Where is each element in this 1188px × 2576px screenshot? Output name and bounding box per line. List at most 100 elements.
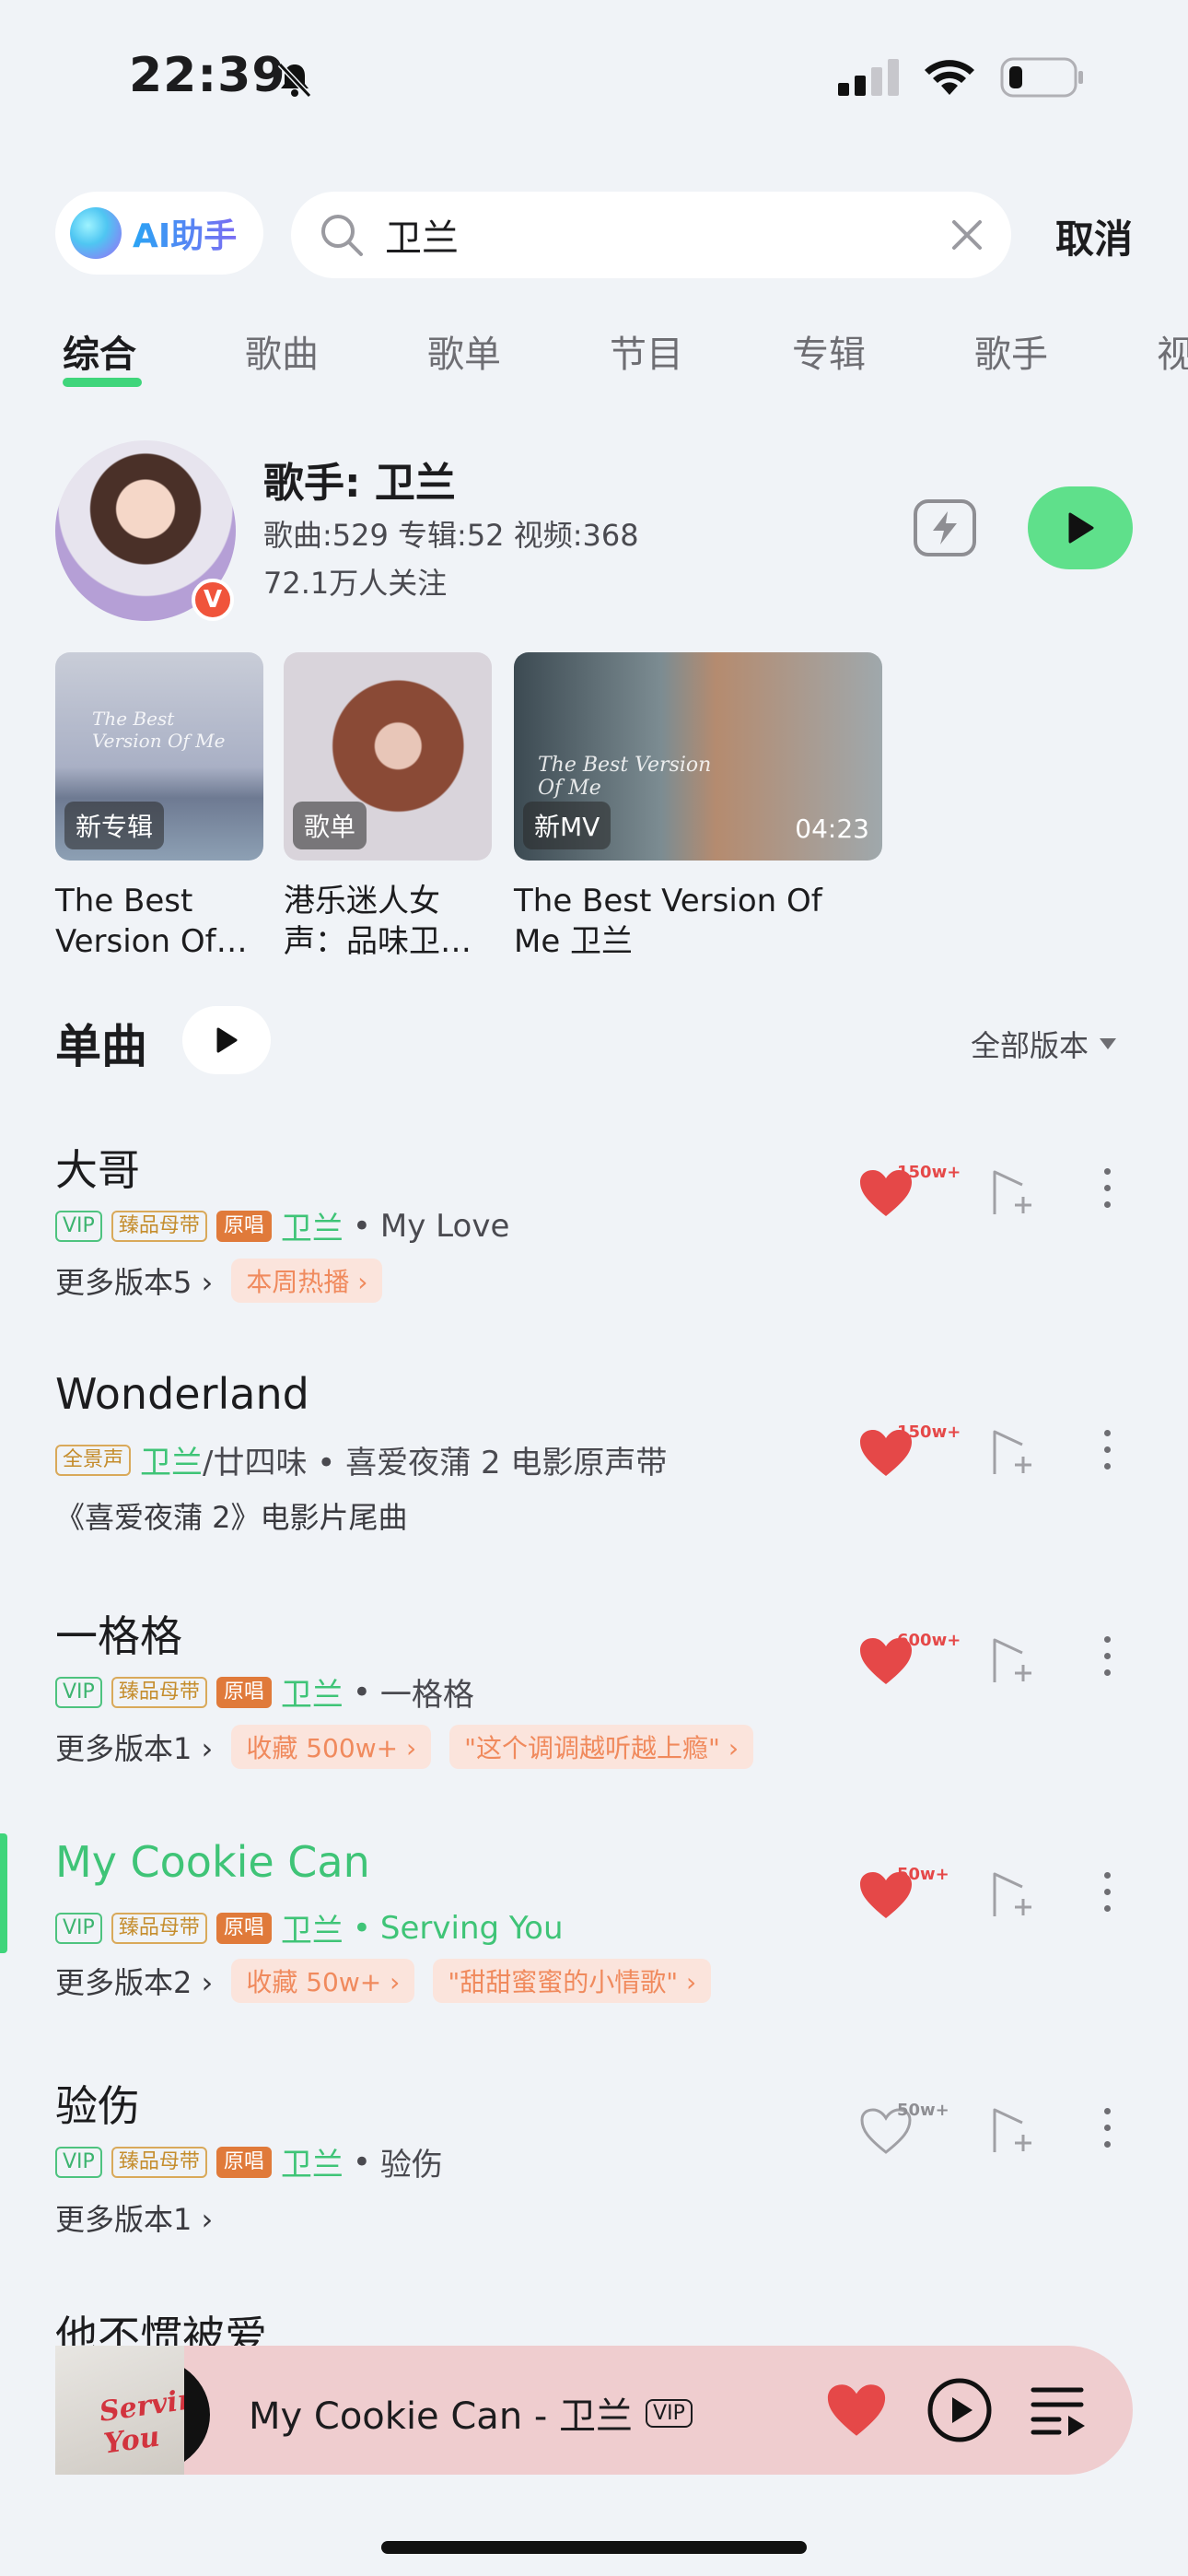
song-meta: VIP 臻品母带 原唱 卫兰 • Serving You bbox=[55, 1905, 564, 1950]
tab-artists[interactable]: 歌手 bbox=[974, 324, 1048, 378]
album-card[interactable]: The Best Version Of Me 新专辑 bbox=[55, 652, 263, 861]
player-like-button[interactable] bbox=[825, 2383, 888, 2441]
heart-filled-icon bbox=[827, 2384, 886, 2436]
comment-pill[interactable]: "这个调调越听越上瘾" › bbox=[449, 1725, 754, 1769]
card-title[interactable]: 港乐迷人女 声：品味卫… bbox=[284, 881, 472, 962]
vip-badge: VIP bbox=[55, 1210, 102, 1242]
more-options-button[interactable] bbox=[1101, 1430, 1112, 1469]
vip-badge: VIP bbox=[646, 2398, 693, 2428]
music-add-icon bbox=[993, 1170, 1031, 1214]
spatial-audio-badge: 全景声 bbox=[55, 1444, 132, 1476]
playlist-card[interactable]: 歌单 bbox=[284, 652, 492, 861]
song-album[interactable]: 一格格 bbox=[380, 1669, 474, 1715]
more-options-button[interactable] bbox=[1101, 2108, 1112, 2148]
player-play-button[interactable] bbox=[926, 2377, 993, 2447]
pill-label: 本周热播 bbox=[246, 1267, 350, 1297]
master-badge: 臻品母带 bbox=[111, 1210, 207, 1242]
song-artist[interactable]: 卫兰 bbox=[140, 1437, 203, 1482]
status-icons bbox=[838, 57, 1085, 98]
tab-playlists[interactable]: 歌单 bbox=[427, 324, 501, 378]
artist-play-button[interactable] bbox=[1028, 486, 1133, 569]
now-playing-cover[interactable]: Serving You bbox=[55, 2346, 184, 2475]
tab-videos[interactable]: 视 bbox=[1157, 324, 1188, 378]
song-title[interactable]: Wonderland bbox=[55, 1369, 309, 1419]
vip-badge: VIP bbox=[55, 1676, 102, 1708]
active-tab-indicator bbox=[63, 378, 142, 387]
more-options-button[interactable] bbox=[1101, 1168, 1112, 1208]
now-playing-title[interactable]: My Cookie Can - 卫兰 VIP bbox=[249, 2386, 693, 2440]
like-button[interactable]: 600w+ bbox=[858, 1631, 961, 1690]
like-button[interactable]: 150w+ bbox=[858, 1423, 961, 1481]
card-title[interactable]: The Best Version Of Me 卫兰 bbox=[514, 881, 822, 962]
vip-badge: VIP bbox=[55, 2146, 102, 2178]
favorites-pill[interactable]: 收藏 50w+ › bbox=[231, 1959, 415, 2003]
song-artist[interactable]: 卫兰 bbox=[281, 1905, 344, 1950]
cancel-button[interactable]: 取消 bbox=[1055, 208, 1133, 264]
tab-songs[interactable]: 歌曲 bbox=[245, 324, 319, 378]
song-extra: 更多版本2 › 收藏 50w+ › "甜甜蜜蜜的小情歌" › bbox=[55, 1959, 712, 2003]
song-artist[interactable]: 卫兰 bbox=[281, 1203, 344, 1248]
dot bbox=[1103, 2108, 1111, 2114]
verified-badge: V bbox=[192, 579, 234, 621]
song-title[interactable]: 大哥 bbox=[55, 1137, 140, 1198]
version-filter[interactable]: 全部版本 bbox=[971, 1023, 1118, 1065]
card-title-line: 港乐迷人女 bbox=[284, 883, 440, 919]
more-options-button[interactable] bbox=[1101, 1636, 1112, 1676]
more-versions-label: 更多版本1 bbox=[55, 2202, 192, 2237]
song-album[interactable]: 验伤 bbox=[380, 2139, 443, 2184]
tab-programs[interactable]: 节目 bbox=[610, 324, 683, 378]
play-all-button[interactable] bbox=[182, 1006, 271, 1074]
add-to-playlist-button[interactable] bbox=[987, 1870, 1035, 1924]
song-album[interactable]: Serving You bbox=[380, 1910, 564, 1947]
original-badge: 原唱 bbox=[215, 1210, 272, 1242]
pill-label: 收藏 50w+ bbox=[246, 1967, 382, 1997]
like-button[interactable]: 150w+ bbox=[858, 1163, 961, 1222]
add-to-playlist-button[interactable] bbox=[987, 1168, 1035, 1222]
card-title[interactable]: The Best Version Of… bbox=[55, 881, 248, 962]
mv-card[interactable]: The Best Version Of Me 新MV 04:23 bbox=[514, 652, 882, 861]
more-versions-link[interactable]: 更多版本1 › bbox=[55, 2196, 213, 2239]
favorites-pill[interactable]: 收藏 500w+ › bbox=[231, 1725, 432, 1769]
play-icon bbox=[1068, 512, 1094, 544]
search-field[interactable]: 卫兰 bbox=[291, 192, 1011, 278]
comment-pill[interactable]: "甜甜蜜蜜的小情歌" › bbox=[433, 1959, 712, 2003]
like-button[interactable]: 50w+ bbox=[858, 1865, 949, 1924]
song-album[interactable]: /廿四味 • 喜爱夜蒲 2 电影原声带 bbox=[203, 1437, 667, 1482]
song-title[interactable]: 验伤 bbox=[55, 2073, 140, 2134]
playlist-queue-button[interactable] bbox=[1030, 2384, 1089, 2441]
song-album[interactable]: My Love bbox=[380, 1208, 509, 1245]
quick-play-button[interactable] bbox=[914, 499, 976, 556]
dot bbox=[1103, 2141, 1111, 2148]
add-to-playlist-button[interactable] bbox=[987, 1636, 1035, 1690]
clear-icon[interactable] bbox=[950, 218, 984, 252]
like-button[interactable]: 50w+ bbox=[858, 2101, 949, 2160]
original-badge: 原唱 bbox=[215, 1912, 272, 1944]
more-options-button[interactable] bbox=[1101, 1872, 1112, 1912]
more-versions-link[interactable]: 更多版本1 › bbox=[55, 1726, 213, 1768]
dot bbox=[1103, 1653, 1111, 1659]
more-versions-link[interactable]: 更多版本5 › bbox=[55, 1259, 213, 1302]
trend-pill[interactable]: 本周热播 › bbox=[231, 1259, 383, 1303]
song-artist[interactable]: 卫兰 bbox=[281, 2139, 344, 2184]
artist-name[interactable]: 歌手: 卫兰 bbox=[263, 450, 456, 509]
card-title-line: Version Of… bbox=[55, 923, 248, 960]
song-artist[interactable]: 卫兰 bbox=[281, 1669, 344, 1715]
more-versions-link[interactable]: 更多版本2 › bbox=[55, 1960, 213, 2002]
search-input[interactable]: 卫兰 bbox=[385, 208, 950, 262]
tab-all[interactable]: 综合 bbox=[63, 324, 136, 378]
singles-heading: 单曲 bbox=[55, 1020, 147, 1073]
dot bbox=[1103, 1636, 1111, 1643]
add-to-playlist-button[interactable] bbox=[987, 2106, 1035, 2160]
song-title[interactable]: My Cookie Can bbox=[55, 1837, 370, 1887]
add-to-playlist-button[interactable] bbox=[987, 1428, 1035, 1481]
song-extra: 更多版本1 › 收藏 500w+ › "这个调调越听越上瘾" › bbox=[55, 1725, 754, 1769]
card-tag: 新专辑 bbox=[64, 802, 165, 849]
tab-albums[interactable]: 专辑 bbox=[792, 324, 866, 378]
cover-script-text: The Best Version Of Me bbox=[538, 754, 712, 800]
vip-badge: VIP bbox=[55, 1912, 102, 1944]
ai-assistant-button[interactable]: AI助手 bbox=[55, 192, 263, 275]
song-meta: VIP 臻品母带 原唱 卫兰 • My Love bbox=[55, 1203, 509, 1248]
song-title[interactable]: 一格格 bbox=[55, 1603, 182, 1664]
queue-list-icon bbox=[1031, 2387, 1085, 2436]
dot bbox=[1103, 1446, 1111, 1453]
